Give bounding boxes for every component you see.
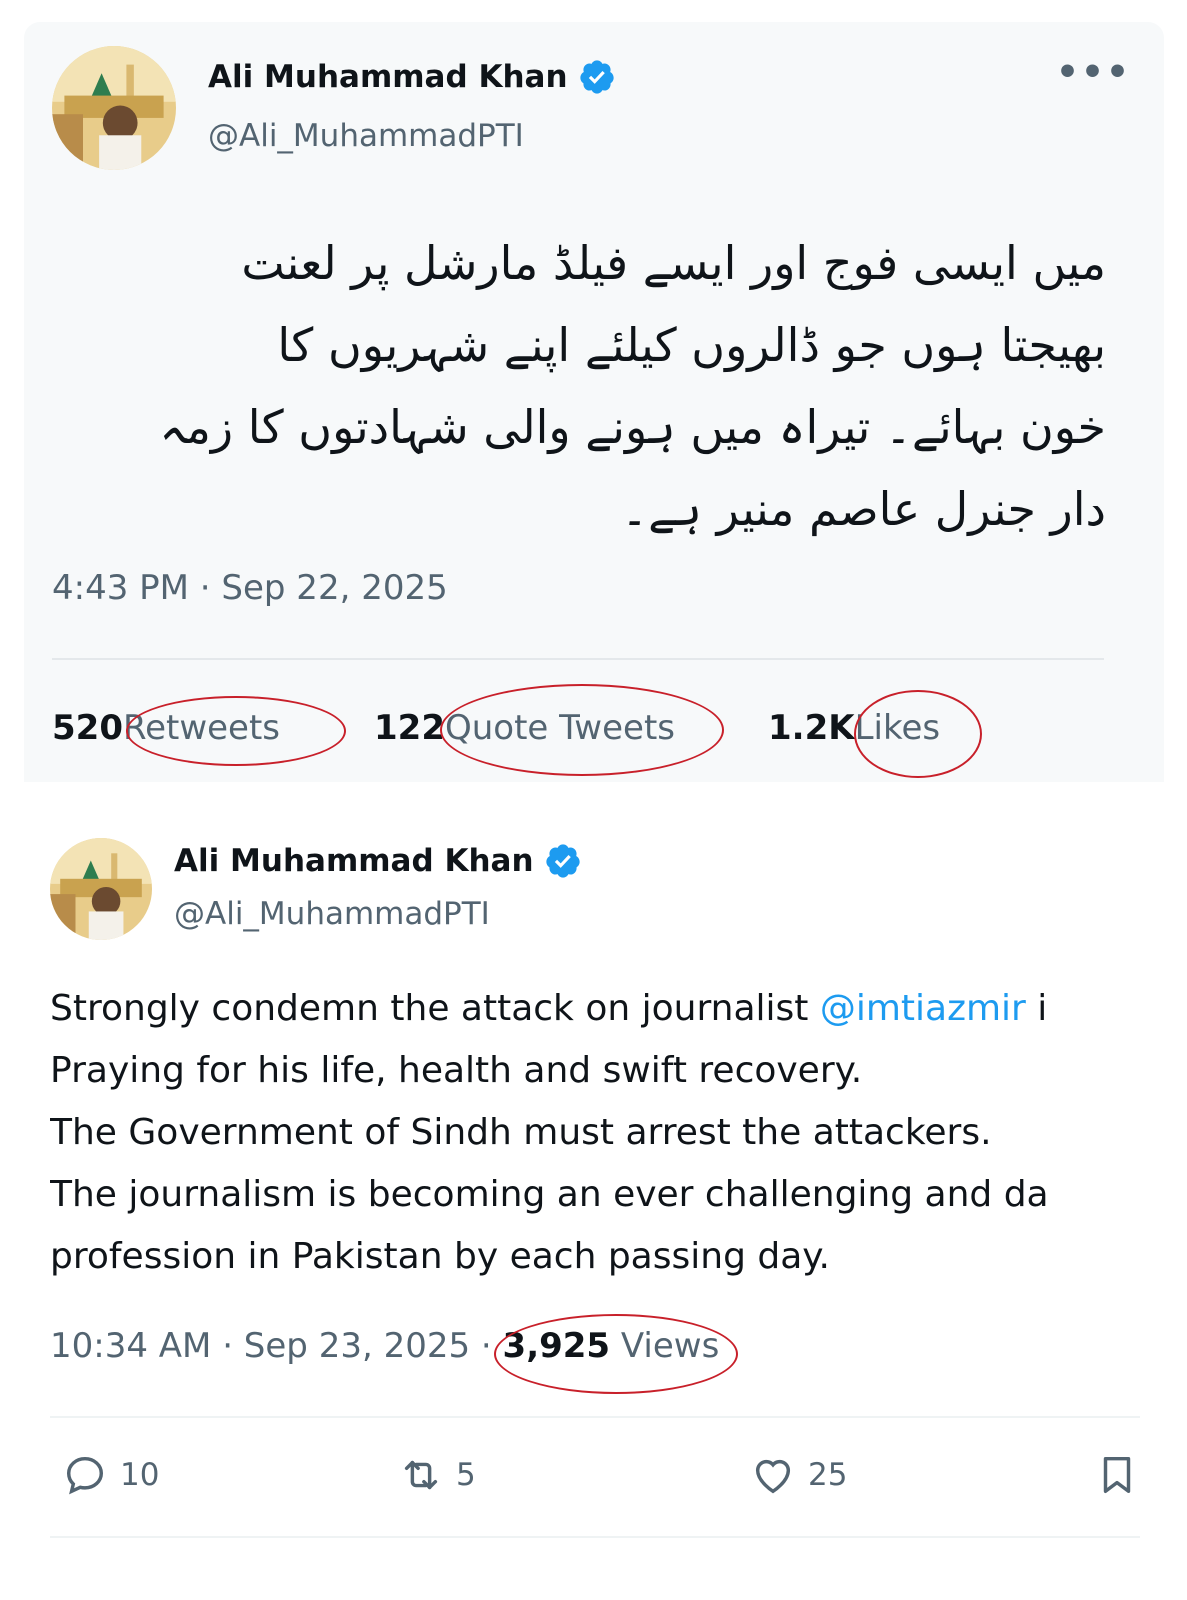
like-icon	[755, 1459, 791, 1494]
divider	[50, 1416, 1140, 1418]
verified-badge-icon	[545, 844, 580, 878]
quote-tweets-count: 122	[374, 708, 445, 748]
tweet-text-line: The Government of Sindh must arrest the …	[50, 1112, 992, 1153]
avatar[interactable]	[52, 46, 176, 170]
reply-count: 10	[120, 1457, 160, 1493]
author-name[interactable]: Ali Muhammad Khan	[174, 842, 582, 880]
more-icon[interactable]: •••	[1056, 52, 1131, 93]
avatar[interactable]	[50, 838, 152, 940]
author-name[interactable]: Ali Muhammad Khan	[208, 58, 616, 96]
annotation-circle-views	[494, 1314, 738, 1394]
divider	[52, 658, 1104, 660]
mention-link[interactable]: @imtiazmir	[820, 988, 1026, 1029]
tweet-text-line: خون بہائے۔ تیراہ میں ہونے والی شہادتوں ک…	[159, 400, 1106, 454]
tweet-timestamp[interactable]: 4:43 PM · Sep 22, 2025	[52, 568, 448, 608]
retweets-count: 520	[52, 708, 123, 748]
verified-badge-icon	[579, 60, 614, 94]
annotation-circle-retweets	[126, 696, 346, 766]
tweet-text-line: میں ایسی فوج اور ایسے فیلڈ مارشل پر لعنت	[241, 236, 1106, 290]
tweet-text: میں ایسی فوج اور ایسے فیلڈ مارشل پر لعنت…	[86, 222, 1106, 550]
tweet-text-line: Strongly condemn the attack on journalis…	[50, 988, 1048, 1029]
reply-button[interactable]: 10	[62, 1452, 159, 1498]
tweet-text-line: profession in Pakistan by each passing d…	[50, 1236, 830, 1277]
tweet-text-line: دار جنرل عاصم منیر ہے۔	[621, 482, 1106, 536]
like-count: 25	[808, 1457, 848, 1493]
annotation-circle-likes	[854, 690, 982, 778]
like-button[interactable]: 25	[750, 1452, 847, 1498]
retweet-icon	[404, 1460, 438, 1490]
tweet-text-line: Praying for his life, health and swift r…	[50, 1050, 863, 1091]
annotation-circle-quote-tweets	[440, 684, 724, 776]
bookmark-icon	[1103, 1456, 1131, 1494]
bookmark-button[interactable]	[1094, 1452, 1140, 1498]
likes-count: 1.2K	[768, 708, 855, 748]
author-handle[interactable]: @Ali_MuhammadPTI	[208, 118, 524, 154]
reply-icon	[66, 1456, 104, 1495]
tweet-text-line: بھیجتا ہوں جو ڈالروں کیلئے اپنے شہریوں ک…	[277, 318, 1106, 372]
author-handle[interactable]: @Ali_MuhammadPTI	[174, 896, 490, 932]
divider	[50, 1536, 1140, 1538]
tweet-text-line: The journalism is becoming an ever chall…	[50, 1174, 1049, 1215]
retweet-button[interactable]: 5	[398, 1452, 476, 1498]
tweet-text: Strongly condemn the attack on journalis…	[50, 978, 1140, 1288]
retweet-count: 5	[456, 1457, 476, 1493]
